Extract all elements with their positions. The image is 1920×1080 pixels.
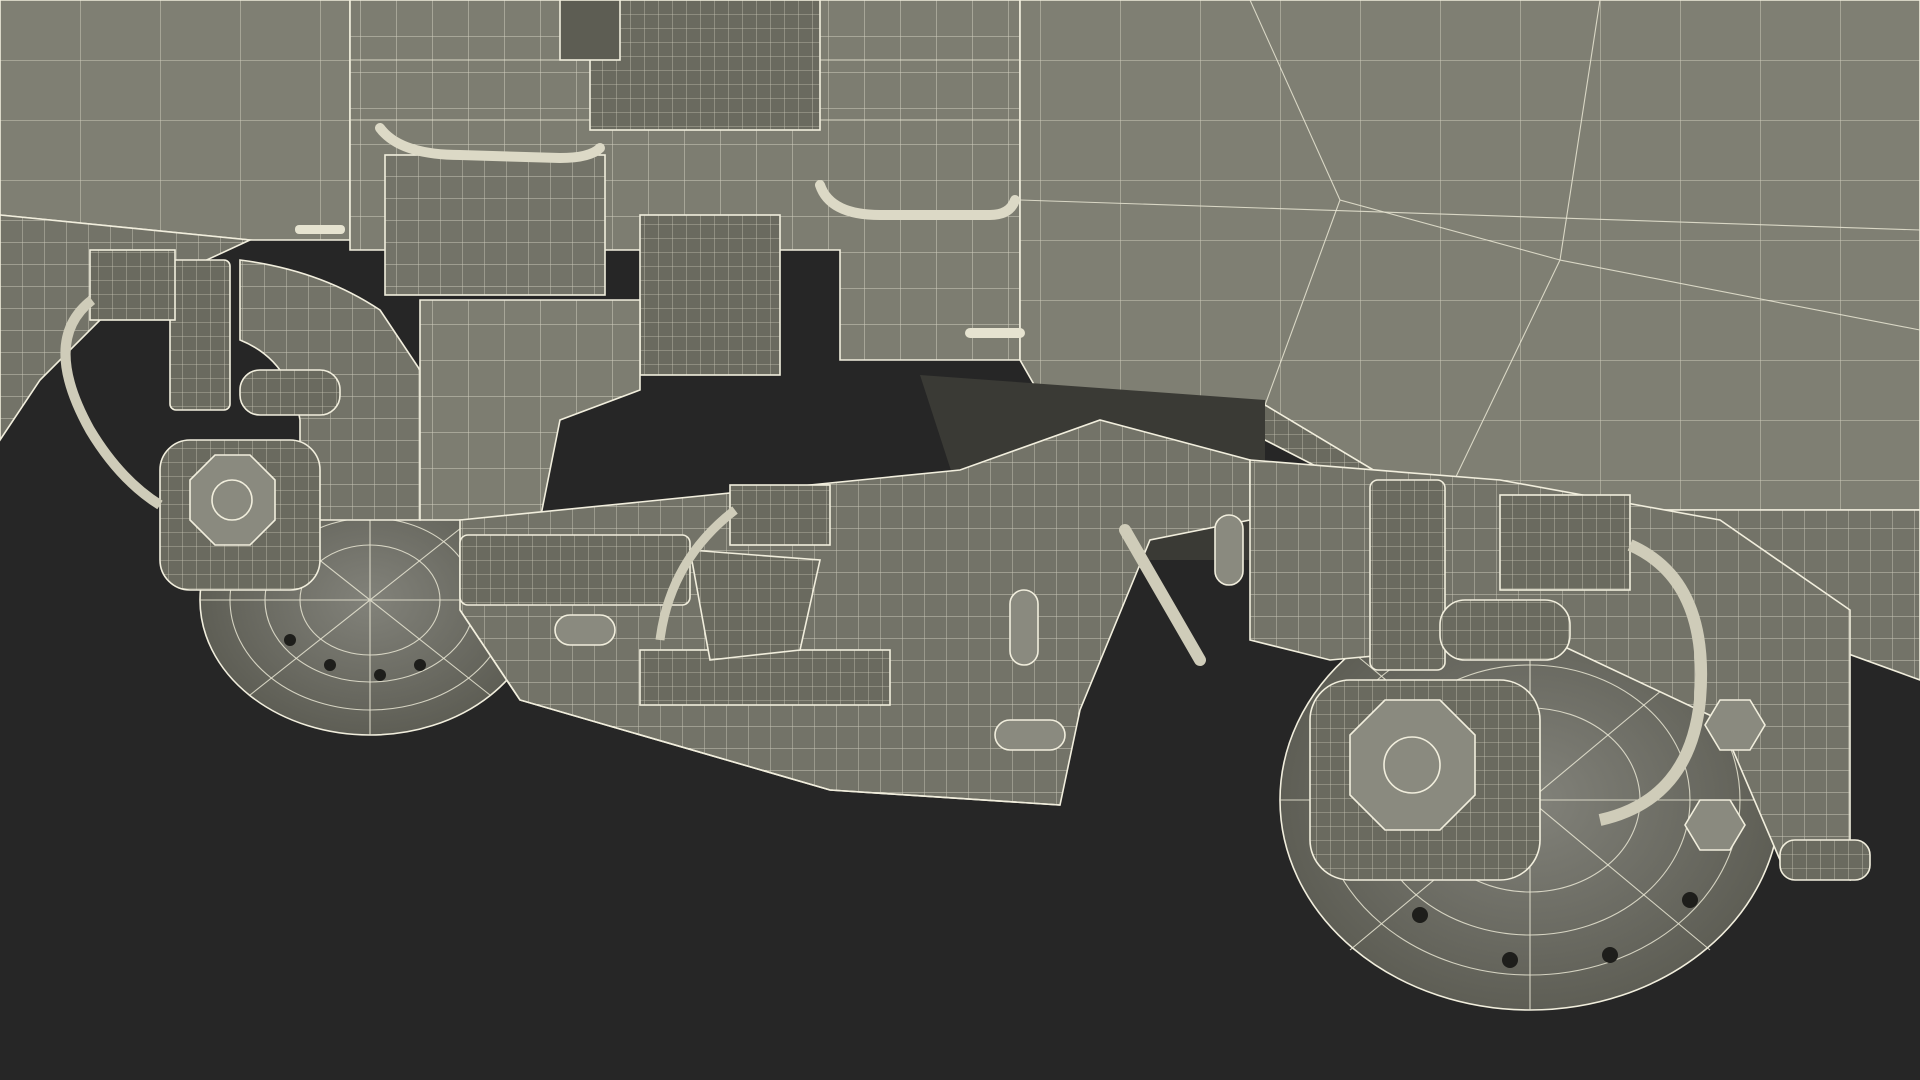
slot-bogie-1	[1009, 589, 1039, 666]
pin-plate-right	[1439, 599, 1571, 661]
guard-bracket-right	[1779, 839, 1871, 881]
bogie-bolster	[419, 299, 641, 521]
car-body-left-panel	[0, 0, 351, 241]
wheel-right-hole-1	[1412, 907, 1428, 923]
wheel-left-hole-3	[374, 669, 386, 681]
wheel-right-hole-3	[1602, 947, 1618, 963]
bolt-pair-2	[994, 719, 1066, 751]
pin-plate-left	[239, 369, 341, 416]
slot-left	[295, 225, 345, 234]
door-window	[589, 0, 821, 131]
render-viewport	[0, 0, 1920, 1080]
wheel-left-hole-2	[324, 659, 336, 671]
wheel-right-hole-2	[1502, 952, 1518, 968]
wheel-right-hole-4	[1682, 892, 1698, 908]
sensor-box-right	[1499, 494, 1631, 591]
cab-step-box-right	[639, 214, 781, 376]
brake-block	[639, 649, 891, 706]
brake-cylinder	[459, 534, 691, 606]
damper-left	[169, 259, 231, 411]
sensor-box-left	[89, 249, 176, 321]
wheel-left-hole-1	[284, 634, 296, 646]
bolt-pair-1	[554, 614, 616, 646]
slot-right	[965, 328, 1025, 338]
wireframe-model-render	[0, 0, 1920, 1011]
axle-cap-left	[189, 454, 276, 546]
wheel-left-hole-4	[414, 659, 426, 671]
cab-step-box-left	[384, 154, 606, 296]
axle-cap-right	[1349, 699, 1476, 831]
brake-hanger	[689, 549, 821, 661]
door-recess	[559, 0, 621, 61]
sensor-box-center	[729, 484, 831, 546]
slot-bogie-2	[1214, 514, 1244, 586]
bogie-crossbeam	[459, 419, 1251, 806]
damper-right	[1369, 479, 1446, 671]
